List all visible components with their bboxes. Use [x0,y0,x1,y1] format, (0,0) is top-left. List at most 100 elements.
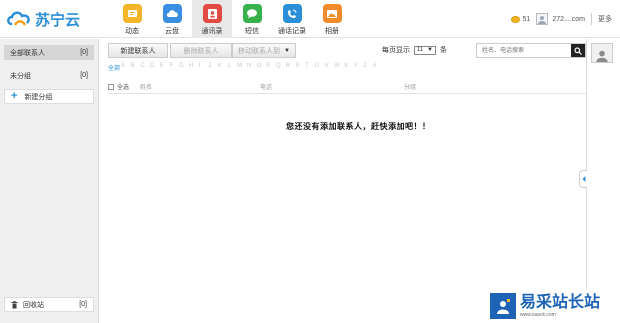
sidebar-item-label: 未分组 [10,72,31,80]
page-size-unit: 条 [440,47,447,54]
letter-filter-all[interactable]: 全部 [108,63,121,72]
select-all-checkbox[interactable] [108,83,114,90]
letter-filter-item[interactable]: H [189,63,199,72]
letter-filter: 全部 A B C D E F G H I J K L M N O P Q R S T U V W X Y Z # [108,63,383,72]
recycle-bin-count: [0] [79,301,87,308]
right-panel [586,39,620,323]
sms-icon [242,4,262,23]
letter-filter-item[interactable]: J [208,63,218,72]
delete-contact-button[interactable]: 删除联系人 [170,43,232,58]
nav-item-activity[interactable]: 动态 [112,0,152,38]
watermark: 易采站长站 www.easck.com [488,289,620,323]
letter-filter-item[interactable]: C [140,63,150,72]
sidebar-item-all-contacts[interactable]: 全部联系人 [0] [4,45,94,60]
letter-filter-item[interactable]: A [121,63,131,72]
empty-state-message: 您还没有添加联系人，赶快添加吧！！ [286,122,431,131]
letter-filter-item[interactable]: P [266,63,276,72]
user-box: 51 272....com 更多 [510,0,620,38]
watermark-text: 易采站长站 www.easck.com [520,294,600,318]
page-size-control: 每页显示 11 ▼ 条 [382,45,447,55]
recycle-bin-item[interactable]: 回收站 [0] [4,297,94,312]
nav-label: 动态 [125,28,139,35]
column-header-group: 分组 [404,85,417,91]
sidebar: 全部联系人 [0] 未分组 [0] + 新建分组 回收站 [0] [0,39,99,323]
add-group-button[interactable]: + 新建分组 [4,89,94,104]
letter-filter-item[interactable]: F [169,63,179,72]
letter-filter-item[interactable]: X [344,63,354,72]
coin-count: 51 [522,15,531,23]
letter-filter-item[interactable]: S [295,63,305,72]
move-contact-button[interactable]: 移动联系人到 ▼ [232,43,296,58]
letter-filter-item[interactable]: L [228,63,238,72]
sidebar-item-label: 全部联系人 [10,49,45,57]
table-header: 全选 姓名 电话 分组 [108,80,586,94]
letter-filter-item[interactable]: # [373,63,383,72]
letter-filter-item[interactable]: E [160,63,170,72]
new-contact-button[interactable]: 新建联系人 [108,43,168,58]
letter-filter-item[interactable]: B [131,63,141,72]
column-header-name: 姓名 [140,85,153,91]
letter-filter-item[interactable]: G [179,63,189,72]
nav-item-contacts[interactable]: 通讯录 [192,0,232,38]
avatar[interactable] [536,13,549,25]
letter-filter-item[interactable]: W [334,63,344,72]
nav-label: 相册 [325,28,339,35]
chevron-left-icon [582,176,585,182]
caret-down-icon: ▼ [427,47,433,53]
column-header-phone: 电话 [260,85,273,91]
letter-filter-item[interactable]: K [218,63,228,72]
activity-icon [122,4,142,23]
search-button[interactable] [571,44,585,57]
divider [591,13,592,25]
cloud-logo-icon [7,11,30,26]
photo-icon [322,4,342,23]
search-box [476,43,586,58]
top-bar: 苏宁云 动态 云盘 通讯录 短信 通话记录 相册 51 272....com 更… [0,0,620,38]
letter-filter-item[interactable]: Y [354,63,364,72]
logo-text: 苏宁云 [35,11,81,29]
coin-icon [510,15,520,23]
page-size-value: 11 [417,47,424,53]
nav-item-photos[interactable]: 相册 [312,0,352,38]
letter-filter-item[interactable]: N [247,63,257,72]
username[interactable]: 272....com [552,16,585,23]
nav-item-call-log[interactable]: 通话记录 [272,0,312,38]
move-contact-label: 移动联系人到 [238,47,281,55]
search-input[interactable] [477,44,571,57]
nav-item-cloud[interactable]: 云盘 [152,0,192,38]
page-size-select[interactable]: 11 ▼ [414,45,436,55]
letter-filter-item[interactable]: D [150,63,160,72]
letter-filter-item[interactable]: M [237,63,247,72]
watermark-subtitle: www.easck.com [520,312,556,318]
select-all-label: 全选 [117,85,130,91]
more-link[interactable]: 更多 [598,14,612,24]
letter-filter-item[interactable]: T [305,63,315,72]
sidebar-item-ungrouped[interactable]: 未分组 [0] [4,68,94,83]
letter-filter-item[interactable]: V [324,63,334,72]
collapse-panel-button[interactable] [579,170,587,188]
avatar[interactable] [591,43,613,63]
nav-label: 通讯录 [201,28,223,35]
letter-filter-item[interactable]: R [286,63,296,72]
nav-item-sms[interactable]: 短信 [232,0,272,38]
nav-label: 通话记录 [278,28,306,35]
search-icon [574,46,582,55]
letter-filter-item[interactable]: I [199,63,209,72]
watermark-title: 易采站长站 [520,294,601,311]
trash-icon [11,300,18,308]
contacts-icon [202,4,222,23]
select-all[interactable]: 全选 [108,82,140,91]
letter-filter-item[interactable]: U [315,63,325,72]
letter-filter-item[interactable]: O [257,63,267,72]
sidebar-item-count: [0] [80,49,88,56]
cloud-icon [162,4,182,23]
nav-label: 短信 [245,28,259,35]
letter-filter-item[interactable]: Z [363,63,373,72]
watermark-logo-icon [490,293,516,319]
letter-filter-item[interactable]: Q [276,63,286,72]
main-nav: 动态 云盘 通讯录 短信 通话记录 相册 [112,0,352,38]
page-size-label: 每页显示 [382,47,410,54]
contacts-main: 新建联系人 删除联系人 移动联系人到 ▼ 每页显示 11 ▼ 条 全部ABCDE… [100,39,586,323]
plus-icon: + [11,90,18,102]
app-logo[interactable]: 苏宁云 [6,8,80,30]
